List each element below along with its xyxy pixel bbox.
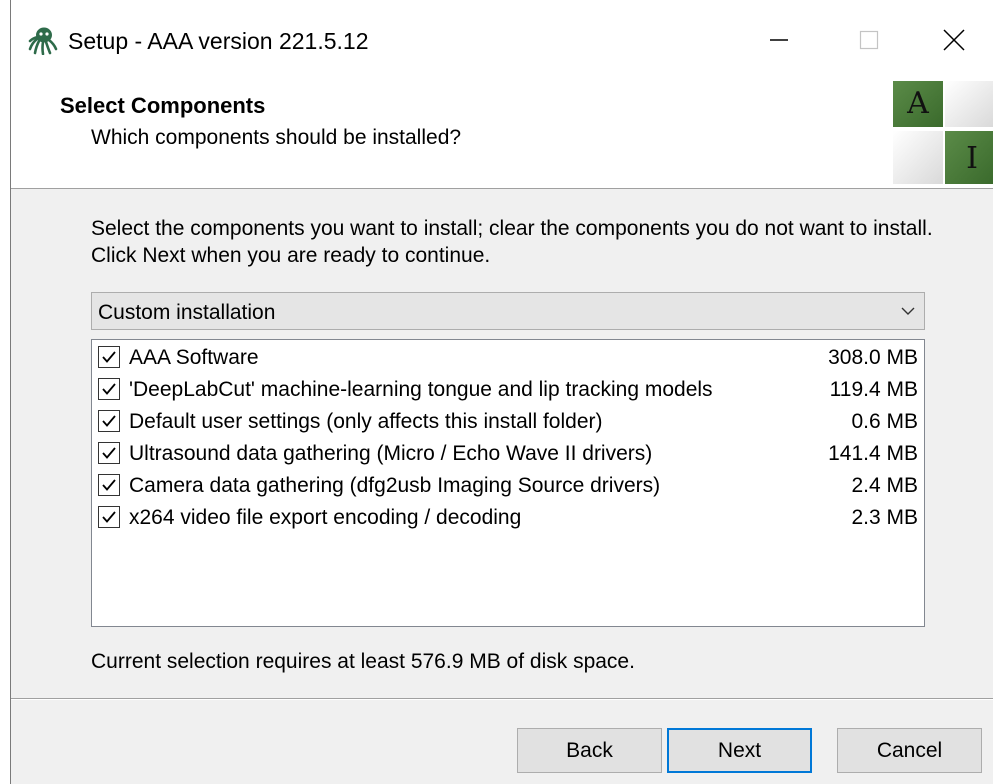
footer-divider [11, 698, 993, 700]
component-checkbox[interactable] [98, 442, 120, 464]
octopus-icon [28, 27, 58, 55]
logo-letter-i: I [966, 141, 978, 176]
component-label: Camera data gathering (dfg2usb Imaging S… [129, 474, 661, 497]
checkmark-icon [102, 415, 116, 427]
component-label: Ultrasound data gathering (Micro / Echo … [129, 442, 653, 465]
maximize-button[interactable] [823, 0, 915, 80]
component-size: 0.6 MB [851, 410, 918, 433]
disk-space-requirement: Current selection requires at least 576.… [91, 650, 635, 673]
wizard-logo: A I [893, 81, 993, 184]
logo-letter-a: A [906, 86, 929, 121]
instructions-text: Select the components you want to instal… [91, 217, 933, 267]
maximize-icon [859, 30, 879, 50]
back-button[interactable]: Back [517, 728, 662, 773]
component-checkbox[interactable] [98, 506, 120, 528]
next-button[interactable]: Next [667, 728, 812, 773]
component-size: 308.0 MB [828, 346, 918, 369]
component-item[interactable]: Camera data gathering (dfg2usb Imaging S… [98, 470, 918, 502]
page-subtitle: Which components should be installed? [91, 126, 462, 149]
install-type-dropdown[interactable]: Custom installation [91, 292, 925, 330]
chevron-down-icon [901, 307, 915, 315]
window-title: Setup - AAA version 221.5.12 [68, 28, 369, 54]
checkmark-icon [102, 351, 116, 363]
checkmark-icon [102, 447, 116, 459]
cancel-button[interactable]: Cancel [837, 728, 982, 773]
components-list[interactable]: AAA Software 308.0 MB 'DeepLabCut' machi… [91, 339, 925, 627]
component-item[interactable]: Ultrasound data gathering (Micro / Echo … [98, 438, 918, 470]
component-item[interactable]: x264 video file export encoding / decodi… [98, 502, 918, 534]
component-label: x264 video file export encoding / decodi… [129, 506, 522, 529]
close-icon [942, 29, 965, 51]
page-title: Select Components [60, 93, 266, 118]
component-label: Default user settings (only affects this… [129, 410, 603, 433]
component-checkbox[interactable] [98, 346, 120, 368]
setup-window: Setup - AAA version 221.5.12 Select Comp… [10, 0, 993, 784]
checkmark-icon [102, 511, 116, 523]
wizard-header: Select Components Which components shoul… [11, 80, 993, 189]
minimize-button[interactable] [733, 0, 825, 80]
component-size: 119.4 MB [829, 378, 918, 401]
component-size: 2.4 MB [851, 474, 918, 497]
component-checkbox[interactable] [98, 410, 120, 432]
component-checkbox[interactable] [98, 378, 120, 400]
component-label: 'DeepLabCut' machine-learning tongue and… [129, 378, 713, 401]
component-item[interactable]: 'DeepLabCut' machine-learning tongue and… [98, 374, 918, 406]
component-size: 141.4 MB [828, 442, 918, 465]
component-label: AAA Software [129, 346, 259, 369]
checkmark-icon [102, 383, 116, 395]
component-checkbox[interactable] [98, 474, 120, 496]
checkmark-icon [102, 479, 116, 491]
title-bar[interactable]: Setup - AAA version 221.5.12 [11, 0, 993, 80]
component-item[interactable]: Default user settings (only affects this… [98, 406, 918, 438]
component-item[interactable]: AAA Software 308.0 MB [98, 342, 918, 374]
component-size: 2.3 MB [851, 506, 918, 529]
close-button[interactable] [913, 0, 993, 80]
install-type-value: Custom installation [98, 301, 276, 324]
minimize-icon [770, 39, 788, 41]
